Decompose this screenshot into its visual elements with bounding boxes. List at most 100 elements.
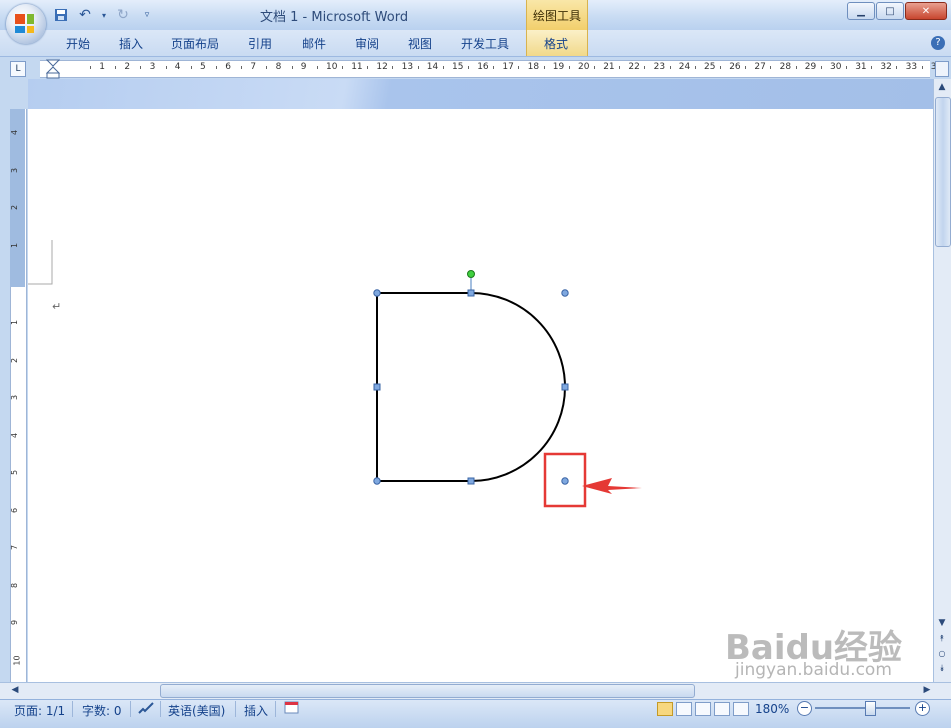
scroll-left-icon[interactable]: ◀	[8, 684, 22, 696]
hruler-tick-label: 5	[200, 62, 206, 72]
tab-view[interactable]: 视图	[408, 35, 432, 52]
d-shape[interactable]	[376, 292, 566, 482]
hruler-tick-mark	[669, 66, 671, 69]
tab-page-layout[interactable]: 页面布局	[171, 35, 219, 52]
hruler-tick-label: 26	[729, 62, 741, 72]
hruler-tick-label: 19	[552, 62, 565, 72]
rotation-handle[interactable]	[467, 270, 475, 278]
hruler-tick-mark	[442, 66, 444, 69]
undo-dropdown-icon[interactable]: ▾	[100, 6, 108, 24]
tab-mailings[interactable]: 邮件	[302, 35, 326, 52]
hruler-tick-mark	[190, 66, 192, 69]
office-logo-icon	[15, 14, 34, 33]
hruler-tick-label: 30	[830, 62, 842, 72]
hruler-tick-mark	[871, 66, 873, 69]
hruler-tick-label: 13	[401, 62, 414, 72]
tab-review[interactable]: 审阅	[355, 35, 379, 52]
hruler-tick-mark	[770, 66, 772, 69]
resize-handle-left[interactable]	[373, 383, 381, 391]
hruler-tick-label: 32	[880, 62, 892, 72]
hruler-tick-mark	[90, 66, 91, 69]
hruler-tick-label: 23	[653, 62, 666, 72]
print-layout-view-icon[interactable]	[657, 702, 673, 716]
tab-stop-selector-icon[interactable]: L	[10, 61, 26, 77]
resize-handle-top-right[interactable]	[561, 289, 569, 297]
hruler-tick-mark	[594, 66, 595, 69]
hruler-tick-mark	[493, 66, 495, 69]
zoom-slider-track[interactable]	[815, 707, 910, 709]
tab-insert[interactable]: 插入	[119, 35, 143, 52]
resize-handle-bottom-left[interactable]	[373, 477, 381, 485]
help-icon[interactable]: ?	[931, 36, 945, 50]
hruler-tick-mark	[392, 66, 394, 69]
horizontal-scroll-thumb[interactable]	[160, 684, 695, 698]
window-title: 文档 1 - Microsoft Word	[260, 10, 409, 25]
hruler-tick-mark	[820, 66, 822, 69]
view-ruler-icon[interactable]	[935, 61, 949, 77]
scroll-right-icon[interactable]: ▶	[920, 684, 934, 696]
redo-icon[interactable]: ↻	[114, 6, 132, 24]
window-controls: ▁ □ ✕	[846, 2, 947, 20]
vruler-tick-label: 4	[10, 129, 20, 136]
proofing-icon[interactable]	[137, 701, 155, 717]
vruler-tick-label: 6	[10, 507, 20, 513]
save-icon[interactable]	[52, 6, 70, 24]
tab-format[interactable]: 格式	[544, 35, 568, 52]
zoom-level[interactable]: 180%	[755, 702, 789, 716]
full-screen-reading-view-icon[interactable]	[676, 702, 692, 716]
hruler-tick-label: 21	[603, 62, 615, 72]
vruler-tick-label: 7	[10, 544, 20, 551]
tab-references[interactable]: 引用	[248, 35, 272, 52]
hruler-tick-mark	[745, 66, 747, 69]
resize-handle-bottom-right[interactable]	[561, 477, 569, 485]
context-tab-group-title: 绘图工具	[533, 9, 582, 23]
indent-marker-icon[interactable]	[46, 59, 60, 79]
d-shape-canvas[interactable]	[360, 262, 660, 522]
scroll-up-icon[interactable]: ▲	[935, 80, 949, 94]
macro-record-icon[interactable]	[284, 701, 300, 715]
outline-view-icon[interactable]	[714, 702, 730, 716]
hruler-tick-label: 7	[250, 62, 257, 72]
hruler-tick-label: 2	[124, 62, 131, 72]
hruler-tick-mark	[165, 66, 167, 69]
hruler-tick-mark	[241, 66, 243, 69]
browse-object-icon[interactable]: ○	[935, 647, 949, 661]
zoom-in-button[interactable]: +	[915, 701, 930, 716]
minimize-button[interactable]: ▁	[847, 2, 875, 20]
hruler-tick-mark	[140, 66, 142, 69]
vertical-scroll-thumb[interactable]	[935, 97, 951, 247]
resize-handle-bottom[interactable]	[467, 477, 475, 485]
hruler-tick-label: 4	[174, 62, 181, 72]
status-separator	[130, 701, 131, 717]
status-insert-mode[interactable]: 插入	[244, 702, 268, 719]
scroll-down-icon[interactable]: ▼	[935, 616, 949, 630]
vruler-tick-label: 2	[10, 204, 20, 211]
hruler-tick-label: 33	[905, 62, 918, 72]
status-separator	[235, 701, 236, 717]
web-layout-view-icon[interactable]	[695, 702, 711, 716]
status-separator	[160, 701, 161, 717]
tab-developer[interactable]: 开发工具	[461, 35, 509, 52]
tab-home[interactable]: 开始	[66, 35, 90, 52]
close-button[interactable]: ✕	[905, 2, 947, 20]
zoom-out-button[interactable]: −	[797, 701, 812, 716]
customize-qat-icon[interactable]: ▿	[138, 6, 156, 24]
status-words[interactable]: 字数: 0	[82, 702, 122, 719]
maximize-button[interactable]: □	[876, 2, 904, 20]
previous-page-icon[interactable]: ⯭	[935, 632, 949, 646]
hruler-tick-label: 11	[351, 62, 363, 72]
hruler-tick-label: 24	[678, 62, 691, 72]
undo-icon[interactable]: ↶	[76, 6, 94, 24]
hruler-tick-mark	[216, 66, 217, 69]
zoom-slider-thumb[interactable]	[865, 701, 876, 716]
hruler-tick-mark	[644, 66, 646, 69]
hruler-tick-mark	[367, 66, 369, 69]
resize-handle-top-left[interactable]	[373, 289, 381, 297]
resize-handle-right[interactable]	[561, 383, 569, 391]
status-page[interactable]: 页面: 1/1	[14, 702, 65, 719]
hruler-tick-label: 20	[578, 62, 590, 72]
status-language[interactable]: 英语(美国)	[168, 702, 225, 719]
resize-handle-top[interactable]	[467, 289, 475, 297]
draft-view-icon[interactable]	[733, 702, 749, 716]
next-page-icon[interactable]: ⯯	[935, 662, 949, 676]
